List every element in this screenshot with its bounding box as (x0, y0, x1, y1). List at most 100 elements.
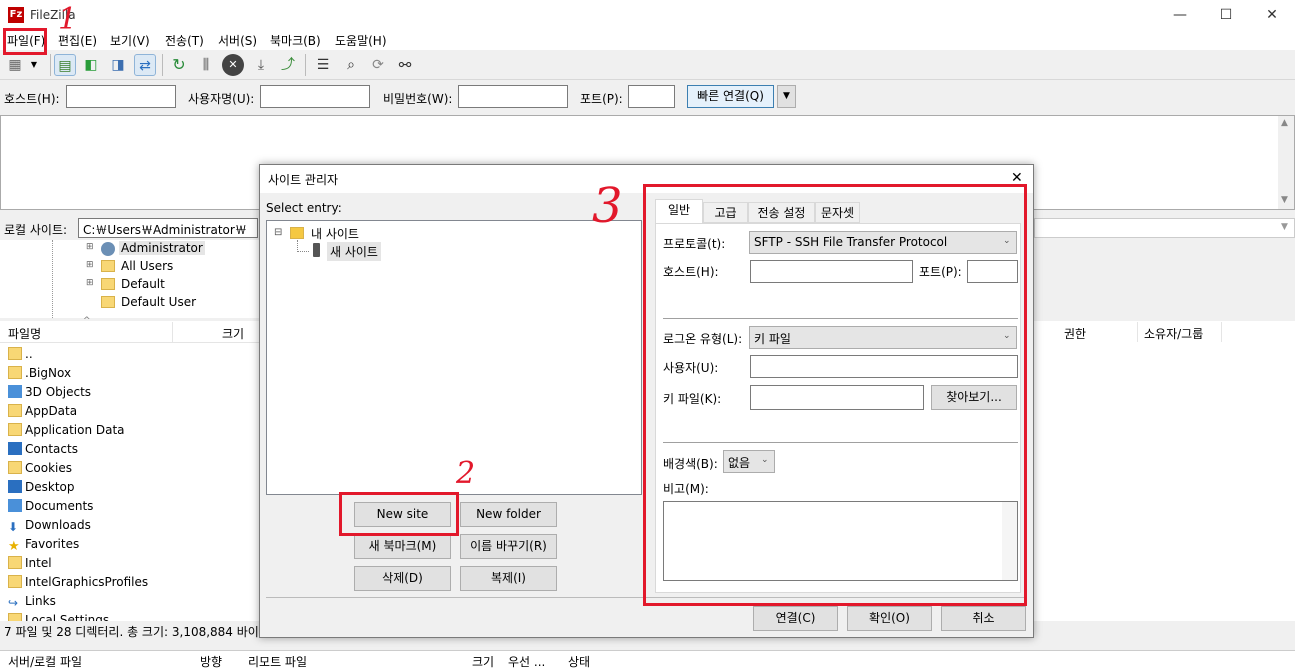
quickconnect-host-input[interactable] (66, 85, 176, 108)
queue-column-size[interactable]: 크기 (472, 653, 494, 668)
list-item[interactable]: .. (8, 347, 33, 361)
toggle-transfer-queue-icon[interactable]: ⇄ (134, 54, 156, 76)
tree-item-all-users[interactable]: All Users (121, 259, 173, 273)
column-divider[interactable] (172, 322, 173, 342)
list-item[interactable]: Cookies (8, 461, 72, 475)
list-item[interactable]: Documents (8, 499, 93, 513)
local-site-path-input[interactable]: C:￦Users￦Administrator￦ (78, 218, 258, 238)
expand-icon[interactable]: ⊞ (86, 242, 94, 252)
toolbar-separator (305, 54, 306, 76)
directory-comparison-icon[interactable]: ⌕ (340, 54, 362, 76)
open-folder-icon (290, 227, 304, 239)
queue-column-direction[interactable]: 방향 (200, 653, 222, 668)
search-binoculars-icon[interactable]: ⚯ (394, 54, 416, 76)
remote-site-path-input[interactable] (1034, 218, 1295, 238)
minimize-button[interactable]: — (1157, 0, 1203, 30)
scroll-up-icon[interactable]: ▲ (1281, 118, 1288, 128)
column-divider[interactable] (1137, 322, 1138, 342)
tree-item-new-site[interactable]: 새 사이트 (327, 242, 381, 261)
file-name: Application Data (25, 423, 125, 437)
menu-bookmarks[interactable]: 북마크(B) (270, 32, 321, 49)
tree-item-default[interactable]: Default (121, 277, 165, 291)
queue-column-remote-file[interactable]: 리모트 파일 (248, 653, 307, 668)
remote-file-list (1034, 321, 1295, 621)
menu-transfer[interactable]: 전송(T) (165, 32, 204, 49)
expand-icon[interactable]: ⊞ (86, 278, 94, 288)
toggle-message-log-icon[interactable]: ▤ (54, 54, 76, 76)
process-queue-icon[interactable]: ⫼ (195, 54, 217, 76)
list-item[interactable]: ↪ Links (8, 594, 56, 610)
list-item[interactable]: ★ Favorites (8, 537, 79, 553)
synchronized-browsing-icon[interactable]: ⟳ (367, 54, 389, 76)
collapse-icon[interactable]: ⊟ (274, 227, 282, 238)
file-name: Intel (25, 556, 52, 570)
site-manager-icon[interactable]: ▦ (4, 54, 26, 76)
quickconnect-button[interactable]: 빠른 연결(Q) (687, 85, 774, 108)
toggle-local-tree-icon[interactable]: ◧ (80, 54, 102, 76)
folder-icon (8, 404, 22, 417)
connect-button[interactable]: 연결(C) (753, 606, 838, 631)
tree-item-my-sites[interactable]: 내 사이트 (311, 225, 359, 242)
queue-column-status[interactable]: 상태 (568, 653, 590, 668)
host-label: 호스트(H): (4, 92, 60, 106)
reconnect-icon[interactable]: ⤴ (277, 54, 299, 76)
user-avatar-icon (101, 242, 115, 256)
column-divider[interactable] (1221, 322, 1222, 342)
remote-path-dropdown-icon[interactable]: ▼ (1281, 222, 1288, 232)
quickconnect-password-input[interactable] (458, 85, 568, 108)
queue-column-server-local-file[interactable]: 서버/로컬 파일 (8, 653, 82, 668)
duplicate-button[interactable]: 복제(I) (460, 566, 557, 591)
file-name: .. (25, 347, 33, 361)
tree-item-default-user[interactable]: Default User (121, 295, 196, 309)
tree-item-administrator[interactable]: Administrator (119, 241, 205, 255)
refresh-icon[interactable]: ↻ (168, 54, 190, 76)
select-entry-label: Select entry: (266, 201, 342, 215)
file-name: Desktop (25, 480, 75, 494)
list-item[interactable]: 3D Objects (8, 385, 91, 399)
list-item[interactable]: Local Settings (8, 613, 109, 621)
desktop-icon (8, 480, 22, 493)
menu-view[interactable]: 보기(V) (110, 32, 150, 49)
column-header-owner-group[interactable]: 소유자/그룹 (1144, 325, 1203, 342)
list-item[interactable]: .BigNox (8, 366, 71, 380)
quickconnect-username-input[interactable] (260, 85, 370, 108)
menu-help[interactable]: 도움말(H) (335, 32, 387, 49)
list-item[interactable]: Desktop (8, 480, 75, 494)
quickconnect-port-input[interactable] (628, 85, 675, 108)
cancel-operation-icon[interactable]: ✕ (222, 54, 244, 76)
password-label: 비밀번호(W): (383, 92, 453, 106)
folder-icon (8, 575, 22, 588)
list-item[interactable]: Intel (8, 556, 52, 570)
column-header-permissions[interactable]: 권한 (1064, 325, 1086, 342)
toggle-remote-tree-icon[interactable]: ◨ (107, 54, 129, 76)
dialog-title: 사이트 관리자 (268, 173, 339, 187)
quickconnect-history-dropdown-icon[interactable]: ▼ (777, 85, 796, 108)
disconnect-icon[interactable]: ⤓ (250, 54, 272, 76)
column-header-filename[interactable]: 파일명 (8, 325, 41, 342)
ok-button[interactable]: 확인(O) (847, 606, 932, 631)
cancel-button[interactable]: 취소 (941, 606, 1026, 631)
list-item[interactable]: ⬇ Downloads (8, 518, 91, 534)
delete-button[interactable]: 삭제(D) (354, 566, 451, 591)
close-window-button[interactable]: ✕ (1249, 0, 1295, 30)
expand-icon[interactable]: ⊞ (86, 260, 94, 270)
new-folder-button[interactable]: New folder (460, 502, 557, 527)
maximize-button[interactable]: ☐ (1203, 0, 1249, 30)
new-bookmark-button[interactable]: 새 북마크(M) (354, 534, 451, 559)
scroll-down-icon[interactable]: ▼ (1281, 195, 1288, 205)
local-site-label: 로컬 사이트: (4, 223, 68, 237)
filezilla-logo-icon: Fz (8, 7, 24, 23)
list-item[interactable]: IntelGraphicsProfiles (8, 575, 148, 589)
site-manager-dropdown-icon[interactable]: ▼ (27, 54, 41, 76)
file-name: Documents (25, 499, 94, 513)
list-item[interactable]: AppData (8, 404, 77, 418)
queue-column-priority[interactable]: 우선 ... (508, 653, 545, 668)
rename-button[interactable]: 이름 바꾸기(R) (460, 534, 557, 559)
list-item[interactable]: Contacts (8, 442, 78, 456)
column-header-size[interactable]: 크기 (222, 325, 244, 342)
menu-server[interactable]: 서버(S) (218, 32, 257, 49)
local-status-text: 7 파일 및 28 디렉터리. 총 크기: 3,108,884 바이 (4, 625, 259, 639)
list-item[interactable]: Application Data (8, 423, 125, 437)
folder-icon (101, 260, 115, 272)
directory-listing-filters-icon[interactable]: ☰ (312, 54, 334, 76)
